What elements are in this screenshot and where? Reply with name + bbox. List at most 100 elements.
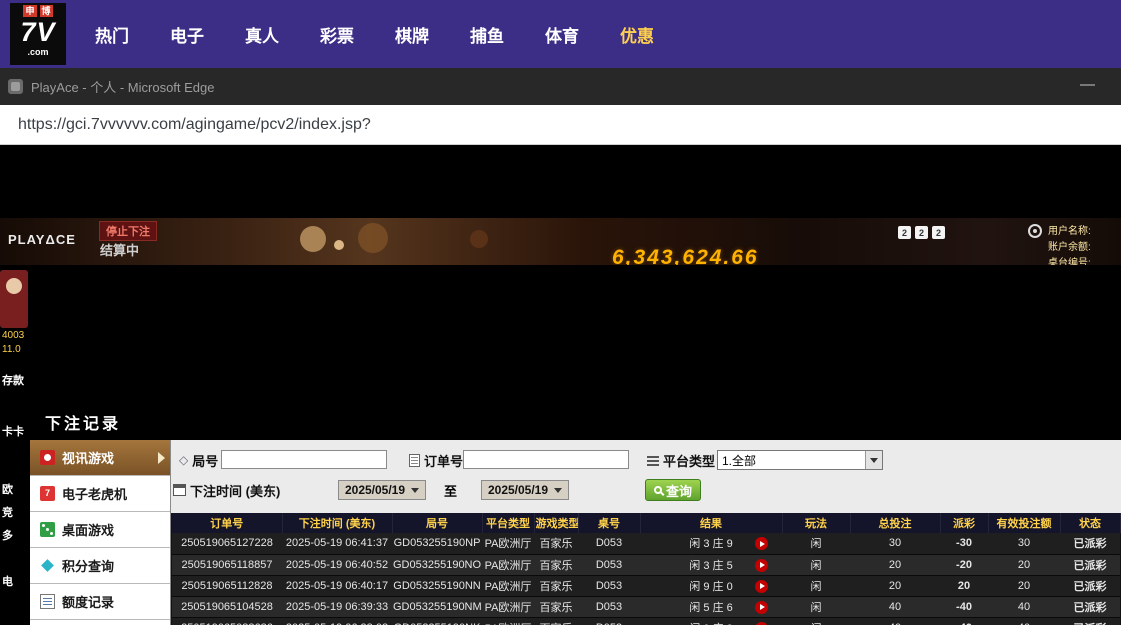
dice-icon: 2 <box>898 226 911 239</box>
nav-item-live[interactable]: 真人 <box>245 22 279 47</box>
cell-result: 闲 9 庄 0 <box>640 575 782 596</box>
table-header-row: 订单号下注时间 (美东)局号平台类型游戏类型桌号结果玩法总投注派彩有效投注额状态 <box>172 513 1120 533</box>
cell-payout: 20 <box>940 575 988 596</box>
decor-light <box>300 226 326 252</box>
column-header: 下注时间 (美东) <box>282 513 392 533</box>
cell-total: 40 <box>850 596 940 617</box>
url-text[interactable]: https://gci.7vvvvvv.com/agingame/pcv2/in… <box>18 116 371 134</box>
column-header: 有效投注额 <box>988 513 1060 533</box>
sidebar-item-points[interactable]: 积分查询 <box>30 548 170 584</box>
platform-select-value: 1.全部 <box>722 452 756 469</box>
cell-status: 已派彩 <box>1060 575 1120 596</box>
cell-play: 闲 <box>782 533 850 554</box>
date-from-value: 2025/05/19 <box>345 483 405 497</box>
modal-title: 下注记录 <box>30 410 1121 440</box>
cell-round: GD053255190NN <box>392 575 482 596</box>
account-info-line: 桌台编号: <box>1048 254 1091 265</box>
decor-light <box>470 230 488 248</box>
minimize-button[interactable]: — <box>1080 76 1095 93</box>
left-strip-fragment: 存款 <box>2 372 24 388</box>
nav-item-promo[interactable]: 优惠 <box>620 22 654 47</box>
order-label: 订单号 <box>409 450 463 470</box>
gem-icon <box>40 558 55 573</box>
column-header: 订单号 <box>172 513 282 533</box>
logo-suffix: .com <box>27 47 48 57</box>
settling-status: 结算中 <box>100 240 139 259</box>
nav-item-electronic[interactable]: 电子 <box>170 22 204 47</box>
table-row: 2505190651188572025-05-19 06:40:52GD0532… <box>172 554 1120 575</box>
window-titlebar: PlayAce - 个人 - Microsoft Edge — <box>0 68 1121 105</box>
order-input[interactable] <box>463 450 629 469</box>
order-label-text: 订单号 <box>424 451 463 470</box>
column-header: 游戏类型 <box>534 513 578 533</box>
site-logo[interactable]: 申博 7V .com <box>10 3 66 65</box>
chevron-down-icon <box>865 451 882 469</box>
date-from-select[interactable]: 2025/05/19 <box>338 480 426 500</box>
gear-icon[interactable] <box>1028 224 1042 238</box>
bet-time-label: 下注时间 (美东) <box>173 480 280 500</box>
logo-title: 7V <box>20 17 55 47</box>
sidebar-item-quota[interactable]: 额度记录 <box>30 584 170 620</box>
cell-total: 20 <box>850 575 940 596</box>
sidebar-item-video-games[interactable]: 视讯游戏 <box>30 440 170 476</box>
replay-icon[interactable] <box>755 622 768 625</box>
left-strip-fragment: 欧 <box>2 481 13 497</box>
list-icon <box>647 455 659 465</box>
nav-item-fishing[interactable]: 捕鱼 <box>470 22 504 47</box>
left-strip-fragment: 卡卡 <box>2 423 24 439</box>
bet-time-label-text: 下注时间 (美东) <box>190 481 280 500</box>
nav-item-board[interactable]: 棋牌 <box>395 22 429 47</box>
cell-time: 2025-05-19 06:39:33 <box>282 596 392 617</box>
left-strip-fragment: 11.0 <box>2 344 21 355</box>
active-arrow-icon <box>158 452 165 464</box>
sidebar-item-label: 电子老虎机 <box>62 484 127 503</box>
sidebar-item-slots[interactable]: 7电子老虎机 <box>30 476 170 512</box>
search-button[interactable]: 查询 <box>645 479 701 501</box>
cell-valid: 40 <box>988 617 1060 625</box>
cell-valid: 30 <box>988 533 1060 554</box>
table-row: 2505190650886862025-05-19 06:38:08GD0532… <box>172 617 1120 625</box>
cell-valid: 40 <box>988 596 1060 617</box>
nav-item-sports[interactable]: 体育 <box>545 22 579 47</box>
modal-sidebar: 视讯游戏 7电子老虎机桌面游戏积分查询额度记录 <box>30 440 171 625</box>
cell-round: GD053255190NP <box>392 533 482 554</box>
address-bar[interactable]: https://gci.7vvvvvv.com/agingame/pcv2/in… <box>0 105 1121 145</box>
cell-result: 闲 3 庄 5 <box>640 554 782 575</box>
search-icon <box>654 486 662 494</box>
platform-label-text: 平台类型 <box>663 451 715 470</box>
window-title: PlayAce - 个人 - Microsoft Edge <box>31 77 215 96</box>
platform-select[interactable]: 1.全部 <box>717 450 883 470</box>
cell-table: D053 <box>578 575 640 596</box>
cell-round: GD053255190NK <box>392 617 482 625</box>
nav-item-hot[interactable]: 热门 <box>95 22 129 47</box>
sidebar-item-label: 桌面游戏 <box>62 520 114 539</box>
camera-icon <box>40 450 55 465</box>
result-text: 闲 3 庄 5 <box>689 560 732 572</box>
cell-time: 2025-05-19 06:40:17 <box>282 575 392 596</box>
sidebar-item-table-games[interactable]: 桌面游戏 <box>30 512 170 548</box>
sidebar-item-label: 视讯游戏 <box>62 448 114 467</box>
to-label: 至 <box>444 480 457 500</box>
nav-item-lottery[interactable]: 彩票 <box>320 22 354 47</box>
cell-table: D053 <box>578 596 640 617</box>
column-header: 状态 <box>1060 513 1120 533</box>
stop-bet-button[interactable]: 停止下注 <box>99 221 157 241</box>
bet-table: 订单号下注时间 (美东)局号平台类型游戏类型桌号结果玩法总投注派彩有效投注额状态… <box>172 513 1121 625</box>
cell-platform: PA欧洲厅 <box>482 554 534 575</box>
cell-order: 250519065118857 <box>172 554 282 575</box>
date-to-value: 2025/05/19 <box>488 483 548 497</box>
replay-icon[interactable] <box>755 559 768 572</box>
replay-icon[interactable] <box>755 537 768 550</box>
replay-icon[interactable] <box>755 601 768 614</box>
date-to-select[interactable]: 2025/05/19 <box>481 480 569 500</box>
cell-time: 2025-05-19 06:38:08 <box>282 617 392 625</box>
cell-game: 百家乐 <box>534 554 578 575</box>
dice-icon: 2 <box>932 226 945 239</box>
replay-icon[interactable] <box>755 580 768 593</box>
cell-result: 闲 3 庄 9 <box>640 533 782 554</box>
dice-row: 222 <box>898 226 945 239</box>
round-input[interactable] <box>221 450 387 469</box>
sidebar-item-label: 积分查询 <box>62 556 114 575</box>
cell-table: D053 <box>578 617 640 625</box>
result-text: 闲 3 庄 9 <box>689 538 732 550</box>
